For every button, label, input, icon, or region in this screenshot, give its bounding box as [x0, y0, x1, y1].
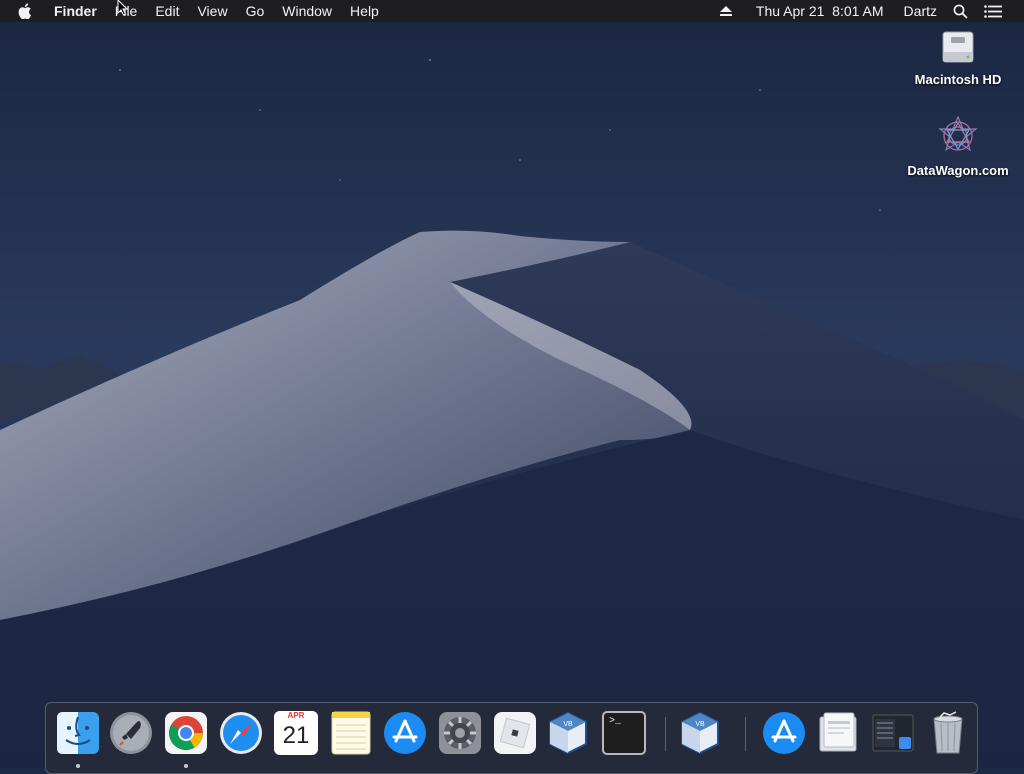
svg-text:VB: VB [695, 721, 705, 728]
menubar-user[interactable]: Dartz [896, 0, 945, 22]
apple-logo-icon[interactable] [18, 3, 38, 19]
launchpad-rocket-icon[interactable] [109, 711, 153, 755]
mouse-cursor-icon [117, 0, 129, 16]
menubar-status-area: Thu Apr 21 8:01 AM Dartz [712, 0, 1024, 22]
roblox-icon[interactable] [493, 711, 537, 755]
menu-window[interactable]: Window [273, 0, 341, 22]
dock-separator [665, 717, 666, 751]
virtualbox-icon[interactable]: VB [678, 711, 722, 755]
trash-icon[interactable] [926, 711, 970, 755]
system-preferences-gear-icon[interactable] [438, 711, 482, 755]
svg-text:VB: VB [563, 721, 573, 728]
screenshot-stack-icon[interactable] [871, 711, 915, 755]
notes-icon[interactable] [329, 711, 373, 755]
documents-stack-icon[interactable] [816, 711, 860, 755]
menu-edit[interactable]: Edit [146, 0, 188, 22]
desktop-icon-datawagon[interactable]: DataWagon.com [903, 115, 1013, 178]
dock-separator [745, 717, 746, 751]
running-indicator [184, 764, 188, 768]
dock: APR 21 VB >_ VB [45, 702, 978, 774]
terminal-icon[interactable]: >_ [602, 711, 646, 755]
desktop-wallpaper [0, 0, 1024, 768]
menu-go[interactable]: Go [237, 0, 274, 22]
finder-icon[interactable] [56, 711, 100, 755]
menu-view[interactable]: View [188, 0, 236, 22]
virtualbox-icon[interactable]: VB [546, 711, 590, 755]
notification-center-icon[interactable] [976, 0, 1010, 22]
datawagon-logo-icon [938, 115, 978, 152]
safari-compass-icon[interactable] [219, 711, 263, 755]
app-store-download-icon[interactable] [762, 711, 806, 755]
running-indicator [76, 764, 80, 768]
menubar-clock[interactable]: Thu Apr 21 8:01 AM [748, 0, 892, 22]
spotlight-search-icon[interactable] [945, 0, 976, 22]
chrome-icon[interactable] [164, 711, 208, 755]
hard-drive-icon [942, 31, 974, 63]
desktop-icon-macintosh-hd[interactable]: Macintosh HD [903, 28, 1013, 87]
app-store-icon[interactable] [383, 711, 427, 755]
menu-help[interactable]: Help [341, 0, 388, 22]
calendar-month: APR [274, 711, 318, 721]
menu-bar: Finder File Edit View Go Window Help Thu… [0, 0, 1024, 22]
desktop-icon-label: DataWagon.com [907, 163, 1009, 178]
eject-icon[interactable] [712, 0, 740, 22]
menu-app-name[interactable]: Finder [52, 0, 106, 22]
calendar-day: 21 [282, 722, 310, 749]
desktop-icon-label: Macintosh HD [914, 72, 1002, 87]
terminal-prompt: >_ [609, 716, 622, 727]
calendar-icon[interactable]: APR 21 [274, 711, 318, 755]
